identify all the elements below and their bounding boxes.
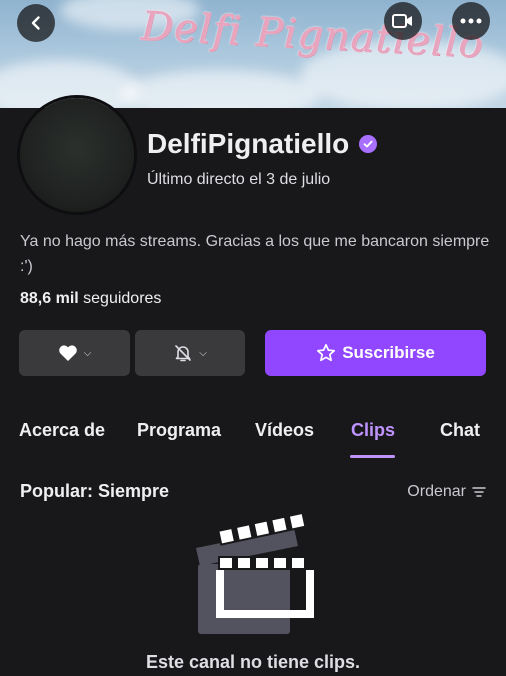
tab-chat[interactable]: Chat <box>440 420 480 441</box>
heart-icon <box>58 345 77 361</box>
subscribe-button[interactable]: Suscribirse <box>265 330 486 376</box>
last-live-text: Último directo el 3 de julio <box>147 171 331 188</box>
sort-label: Ordenar <box>407 483 466 500</box>
channel-name-row: DelfiPignatiello <box>147 128 378 160</box>
more-options-button[interactable] <box>452 2 490 40</box>
avatar[interactable] <box>20 98 134 212</box>
chevron-left-icon <box>31 16 40 30</box>
channel-tabs: Acerca de Programa Vídeos Clips Chat <box>0 416 506 460</box>
followers-label: seguidores <box>83 290 162 307</box>
star-icon <box>317 343 336 362</box>
video-button[interactable] <box>384 2 422 40</box>
tab-clips[interactable]: Clips <box>351 420 395 441</box>
channel-banner: Delfi Pignatiello <box>0 0 506 108</box>
verified-badge-icon <box>359 135 378 153</box>
followers-number: 88,6 mil <box>20 290 79 307</box>
clapperboard-icon <box>196 512 314 634</box>
tab-about[interactable]: Acerca de <box>19 420 105 441</box>
chevron-down-icon: ⌵ <box>199 347 207 359</box>
chevron-down-icon: ⌵ <box>83 347 92 359</box>
channel-name: DelfiPignatiello <box>147 128 350 159</box>
back-button[interactable] <box>17 4 55 42</box>
bell-off-icon <box>175 345 192 362</box>
tab-schedule[interactable]: Programa <box>137 420 221 441</box>
clips-section-title: Popular: Siempre <box>20 481 170 501</box>
follow-button[interactable]: ⌵ <box>19 330 130 376</box>
channel-bio: Ya no hago más streams. Gracias a los qu… <box>20 233 490 275</box>
notifications-button[interactable]: ⌵ <box>135 330 245 376</box>
video-camera-icon <box>392 14 412 28</box>
empty-clips-message: Este canal no tiene clips. <box>145 652 361 672</box>
more-horizontal-icon <box>460 18 482 24</box>
banner-script-text: Delfi Pignatiello <box>139 3 485 68</box>
subscribe-label: Suscribirse <box>342 343 435 362</box>
sort-button[interactable]: Ordenar <box>407 483 486 501</box>
tab-videos[interactable]: Vídeos <box>255 420 314 441</box>
active-tab-indicator <box>350 455 395 458</box>
followers-count: 88,6 mil seguidores <box>20 290 161 308</box>
sort-lines-icon <box>472 487 486 497</box>
